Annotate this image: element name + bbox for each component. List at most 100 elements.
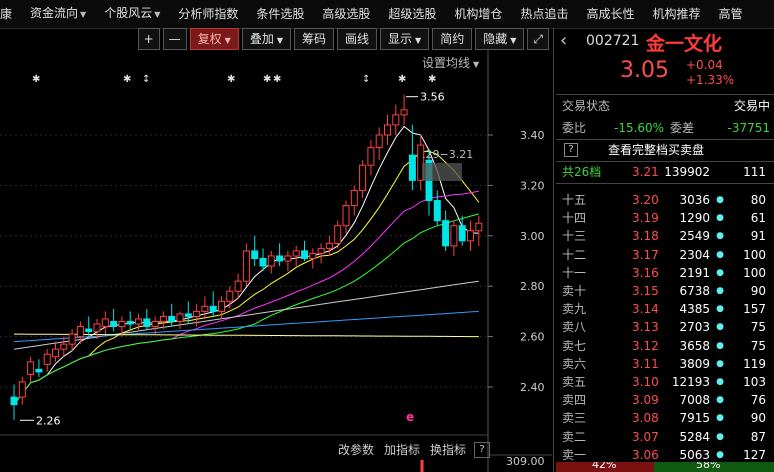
candle-body [135,318,142,325]
edit-params-link[interactable]: 改参数 [338,441,374,458]
ask-count: 75 [750,320,766,335]
divider [556,161,774,162]
stock-code: 002721 [586,33,640,49]
down-arrow-icon: ● [716,340,724,351]
candle-body [126,320,134,325]
candle-body [35,368,43,373]
add-indicator-link[interactable]: 加指标 [384,441,420,458]
menu-item-9[interactable]: 机构推荐 [643,0,709,28]
ask-count: 76 [750,393,766,408]
ask-row[interactable]: 卖五 3.10 12193 ● 103 [556,373,774,391]
menu-item-1[interactable]: 个股风云 ▼ [95,0,169,28]
ask-row[interactable]: 卖四 3.09 7008 ● 76 [556,391,774,409]
diejia-button[interactable]: 叠加 ▼ [241,28,291,50]
menu-item-5[interactable]: 超级选股 [379,0,445,28]
ask-row[interactable]: 十五 3.20 3036 ● 80 [556,191,774,209]
quote-panel: ‹ 002721 金一文化 3.05 +0.04 +1.33% 交易状态 交易中… [556,28,774,472]
menu-item-0[interactable]: 资金流向 ▼ [21,0,95,28]
menu-item-label: 分析师指数 [178,7,239,21]
down-arrow-icon: ● [716,377,724,387]
ask-row[interactable]: 十三 3.18 2549 ● 91 [556,227,774,245]
stock-name: 金一文化 [646,33,723,55]
candle-body [367,147,375,166]
full-depth-button[interactable]: ? 查看完整档买卖盘 [556,141,774,159]
ask-row[interactable]: 卖二 3.07 5284 ● 87 [556,428,774,446]
chevron-down-icon: ▼ [510,36,517,45]
ask-row[interactable]: 十二 3.17 2304 ● 100 [556,246,774,264]
choumai-button[interactable]: 筹码 [294,28,335,50]
buy-sell-ratio-bar: 42% 58% [556,462,774,472]
menu-item-10[interactable]: 高管 [709,0,751,28]
ask-row[interactable]: 卖十 3.15 6738 ● 90 [556,282,774,300]
buy-ratio: 42% [592,462,617,471]
zoom-out-button[interactable]: — [162,28,187,50]
menu-item-2[interactable]: 分析师指数 [169,0,247,28]
candle-body [251,250,259,259]
menu-item-7[interactable]: 热点追击 [511,0,577,28]
menu-item-cut[interactable]: 康 [0,0,21,28]
jianyue-button[interactable]: 简约 [432,28,473,50]
ma-setting-link[interactable]: 设置均线 ▼ [422,54,479,71]
menu-item-8[interactable]: 高成长性 [577,0,643,28]
candle-body [159,315,167,322]
help-icon: ? [564,143,578,157]
volume-axis-value: 309.00 [506,455,545,468]
ask-price: 3.14 [632,302,659,317]
ask-row[interactable]: 十一 3.16 2191 ● 100 [556,264,774,282]
candle-body [93,323,101,333]
ask-level-label: 卖九 [562,302,587,317]
ask-count: 90 [750,284,766,298]
candle-body [184,313,192,317]
trade-status-label: 交易状态 [562,99,611,113]
down-arrow-icon: ● [716,304,724,315]
ask-row[interactable]: 卖七 3.12 3658 ● 75 [556,337,774,355]
ask-count: 90 [750,411,766,426]
chart-bg [0,50,552,472]
zoom-in-button[interactable]: + [137,28,160,50]
candle-body [18,381,26,398]
event-star-icon: ✱ [263,74,271,85]
yincang-button[interactable]: 隐藏 ▼ [475,28,525,50]
candle-body [60,343,68,350]
change-indicator-link[interactable]: 换指标 [430,441,466,458]
divider [556,183,774,184]
ask-price: 3.18 [632,229,659,244]
menu-item-3[interactable]: 条件选股 [247,0,313,28]
ask-count: 61 [750,211,766,226]
high-price-label: 3.56 [420,91,445,104]
back-arrow-icon[interactable]: ‹ [560,30,567,51]
help-icon[interactable]: ? [474,442,490,458]
xianshi-button[interactable]: 显示 ▼ [380,28,430,50]
fuquan-button[interactable]: 复权 ▼ [189,28,239,50]
huaxian-button[interactable]: 画线 [337,28,378,50]
candle-body [284,255,292,262]
ask-row[interactable]: 卖九 3.14 4385 ● 157 [556,300,774,318]
ask-row[interactable]: 卖八 3.13 2703 ● 75 [556,318,774,336]
ask-price: 3.12 [632,338,659,353]
range-label: .29−3.21 [422,148,473,161]
ask-count: 157 [743,302,766,317]
menu-item-6[interactable]: 机构增仓 [445,0,511,28]
panel-divider [553,28,554,472]
menu-item-4[interactable]: 高级选股 [313,0,379,28]
weibi-value: -15.60% [614,121,665,135]
kline-chart[interactable]: ✱ ✱ ↕ ✱ ✱ ✱ ↕ ✱ ✱ 3.403.203.002.802.602.40 3.562… [0,50,552,472]
price-tick: 3.00 [520,230,545,243]
total-price: 3.21 [632,165,659,179]
ask-row[interactable]: 卖三 3.08 7915 ● 90 [556,409,774,427]
down-arrow-icon: ● [716,213,724,224]
ask-row[interactable]: 十四 3.19 1290 ● 61 [556,209,774,227]
price-change: +0.04 [686,58,723,72]
down-arrow-icon: ● [716,249,724,260]
ask-level-label: 十四 [562,211,587,226]
expand-icon[interactable]: ⤢ [527,28,549,50]
menu-item-label: 高成长性 [586,7,635,21]
candle-body [450,225,458,247]
candle-body [267,255,275,267]
trade-status-value: 交易中 [733,99,770,113]
ask-count: 100 [743,247,766,262]
candle-body [342,205,350,227]
ask-row[interactable]: 卖六 3.11 3809 ● 119 [556,355,774,373]
xianshi-label: 显示 [388,32,413,46]
candle-body [317,247,325,254]
